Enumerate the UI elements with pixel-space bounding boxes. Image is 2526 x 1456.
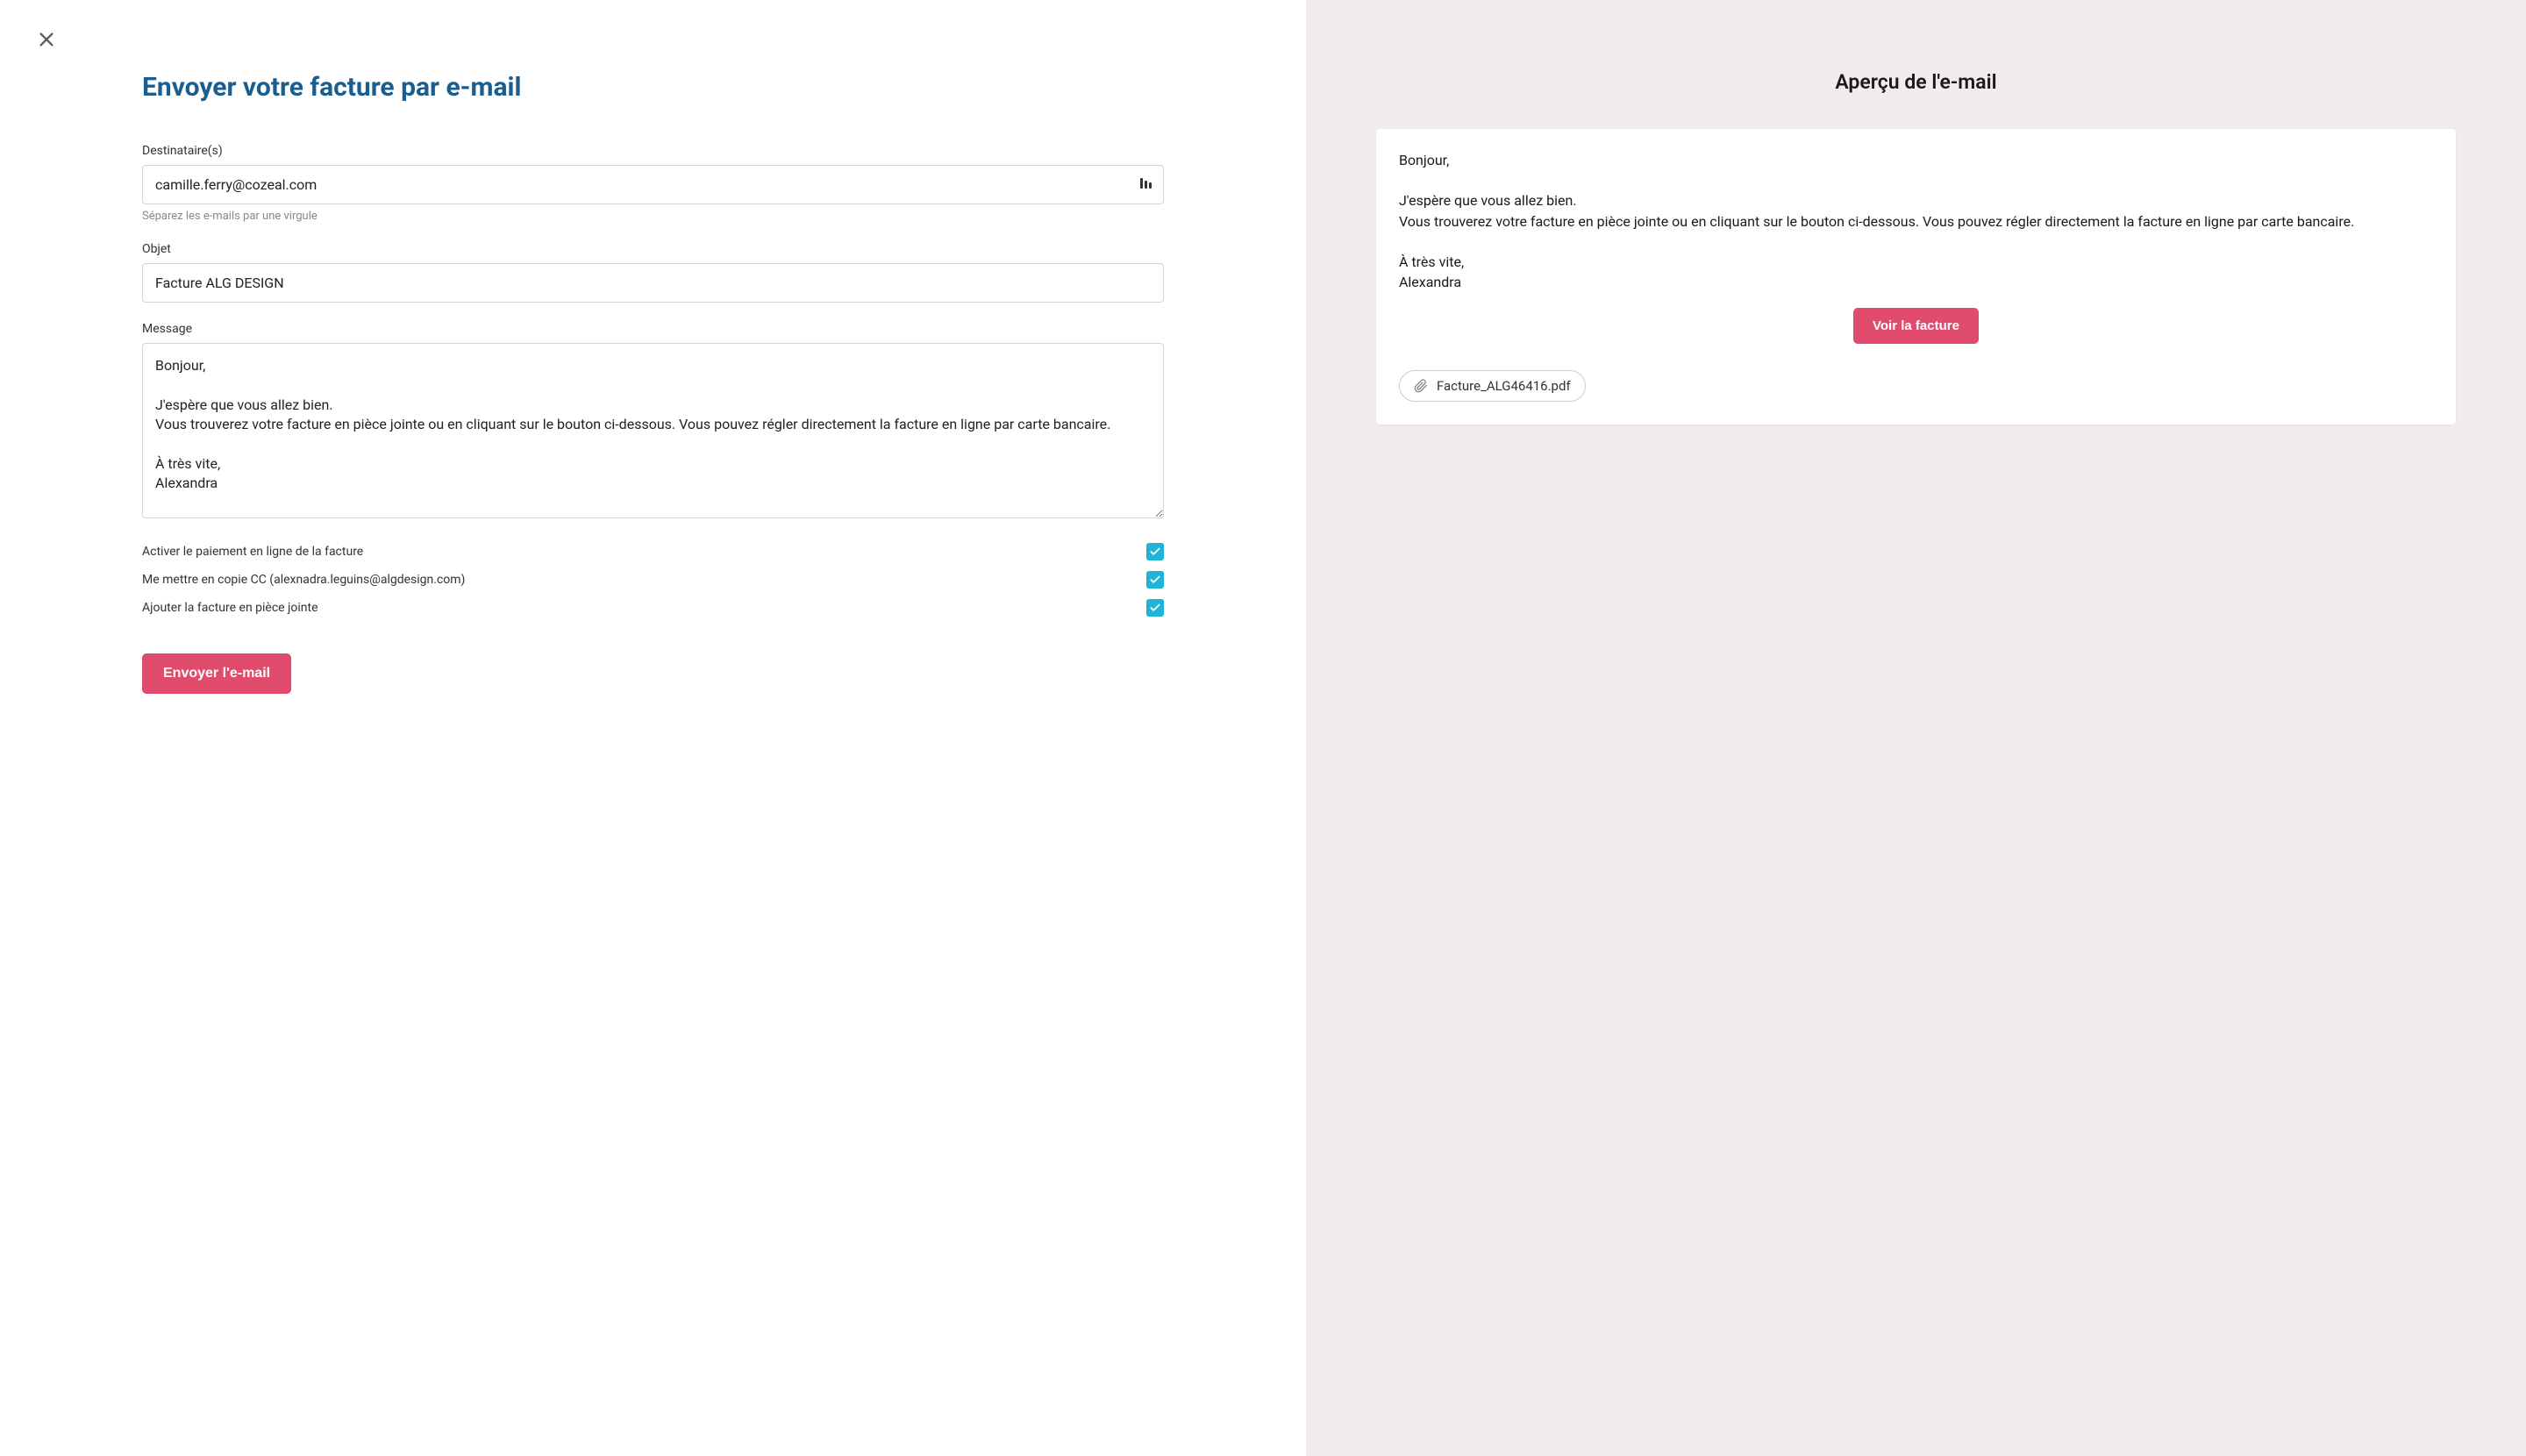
recipients-field-group: Destinataire(s) Séparez les e-mails par … — [142, 144, 1164, 223]
recipients-input[interactable] — [142, 165, 1164, 204]
preview-panel: Aperçu de l'e-mail Bonjour, J'espère que… — [1306, 0, 2526, 1456]
cc-me-checkbox[interactable] — [1146, 571, 1164, 589]
attachment-chip[interactable]: Facture_ALG46416.pdf — [1399, 370, 1586, 402]
recipients-help-text: Séparez les e-mails par une virgule — [142, 210, 1164, 223]
recipients-input-wrapper — [142, 165, 1164, 204]
message-label: Message — [142, 322, 1164, 336]
preview-body-text: Bonjour, J'espère que vous allez bien. V… — [1399, 150, 2433, 292]
close-icon — [37, 30, 56, 49]
attach-invoice-label: Ajouter la facture en pièce jointe — [142, 601, 318, 615]
attach-invoice-option: Ajouter la facture en pièce jointe — [142, 599, 1164, 617]
view-invoice-button[interactable]: Voir la facture — [1853, 308, 1979, 344]
recipients-label: Destinataire(s) — [142, 144, 1164, 158]
send-email-button[interactable]: Envoyer l'e-mail — [142, 653, 291, 694]
online-payment-option: Activer le paiement en ligne de la factu… — [142, 543, 1164, 560]
message-field-group: Message — [142, 322, 1164, 522]
check-icon — [1149, 602, 1161, 614]
online-payment-checkbox[interactable] — [1146, 543, 1164, 560]
check-icon — [1149, 546, 1161, 558]
page-title: Envoyer votre facture par e-mail — [142, 70, 1164, 104]
message-textarea[interactable] — [142, 343, 1164, 518]
close-button[interactable] — [33, 26, 60, 53]
check-icon — [1149, 574, 1161, 586]
form-panel: Envoyer votre facture par e-mail Destina… — [0, 0, 1306, 1456]
online-payment-label: Activer le paiement en ligne de la factu… — [142, 545, 363, 559]
subject-label: Objet — [142, 242, 1164, 256]
options-section: Activer le paiement en ligne de la factu… — [142, 543, 1164, 617]
paperclip-icon — [1414, 379, 1428, 393]
cc-me-option: Me mettre en copie CC (alexnadra.leguins… — [142, 571, 1164, 589]
subject-field-group: Objet — [142, 242, 1164, 303]
subject-input[interactable] — [142, 263, 1164, 303]
cc-me-label: Me mettre en copie CC (alexnadra.leguins… — [142, 573, 465, 587]
preview-title: Aperçu de l'e-mail — [1376, 70, 2456, 94]
preview-card: Bonjour, J'espère que vous allez bien. V… — [1376, 129, 2456, 425]
form-container: Envoyer votre facture par e-mail Destina… — [0, 0, 1306, 729]
attach-invoice-checkbox[interactable] — [1146, 599, 1164, 617]
contacts-icon[interactable] — [1139, 176, 1153, 194]
attachment-filename: Facture_ALG46416.pdf — [1437, 378, 1571, 394]
